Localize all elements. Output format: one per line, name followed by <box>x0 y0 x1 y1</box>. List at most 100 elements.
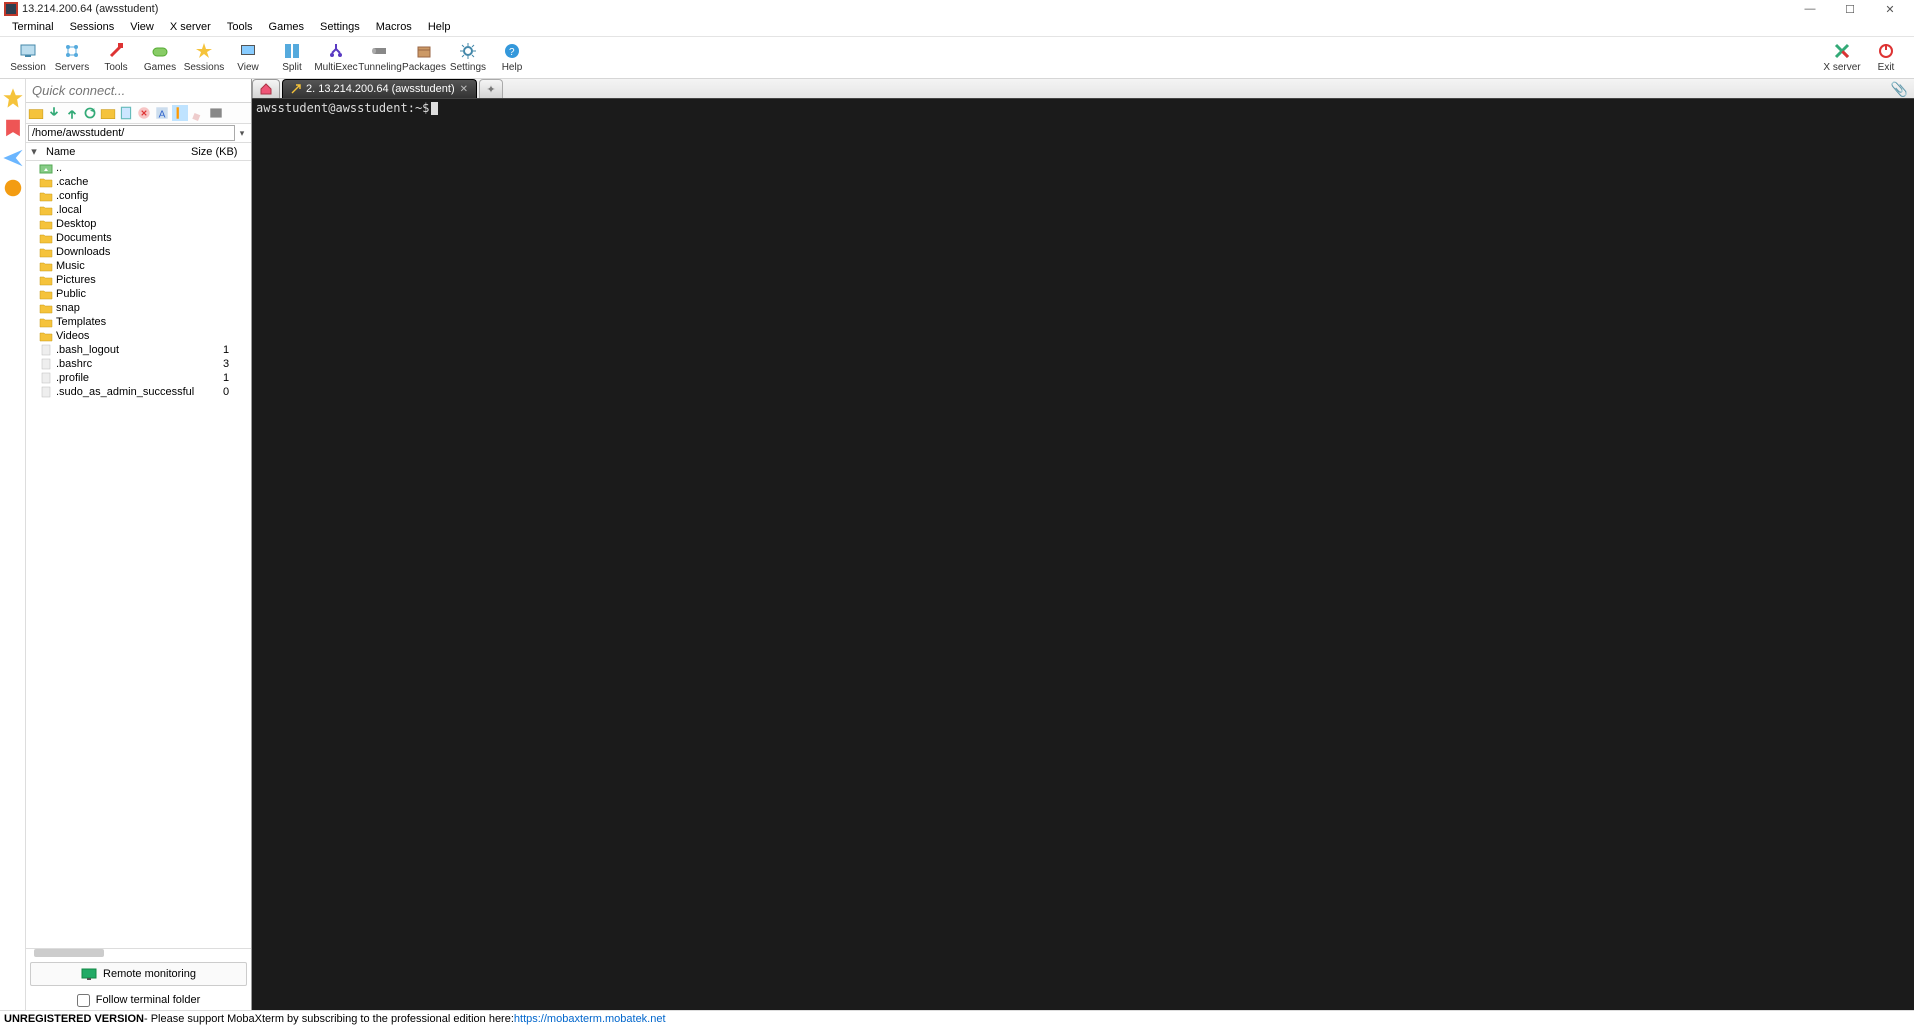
parent-folder-icon <box>39 162 53 174</box>
quick-connect-input[interactable] <box>26 79 251 102</box>
macro-icon[interactable] <box>2 117 24 139</box>
file-row[interactable]: Public <box>26 287 251 301</box>
menu-terminal[interactable]: Terminal <box>4 19 62 35</box>
file-row[interactable]: .. <box>26 161 251 175</box>
tab-session-active[interactable]: 2. 13.214.200.64 (awsstudent) ✕ <box>282 79 477 98</box>
split-icon <box>283 42 301 60</box>
menu-x-server[interactable]: X server <box>162 19 219 35</box>
file-row[interactable]: .bash_logout1 <box>26 343 251 357</box>
menu-sessions[interactable]: Sessions <box>62 19 123 35</box>
file-row[interactable]: .config <box>26 189 251 203</box>
column-size-header[interactable]: Size (KB) <box>191 146 251 158</box>
terminal-viewport[interactable]: awsstudent@awsstudent:~$ <box>252 99 1914 1010</box>
path-dropdown-icon[interactable]: ▾ <box>235 128 249 139</box>
menu-settings[interactable]: Settings <box>312 19 368 35</box>
menu-games[interactable]: Games <box>261 19 312 35</box>
packages-icon <box>415 42 433 60</box>
servers-label: Servers <box>55 62 89 73</box>
split-label: Split <box>282 62 301 73</box>
xserver-button[interactable]: X server <box>1820 38 1864 78</box>
file-row[interactable]: .profile1 <box>26 371 251 385</box>
tunneling-button[interactable]: Tunneling <box>358 38 402 78</box>
terminal-shortcut-icon[interactable] <box>208 105 224 121</box>
file-row[interactable]: .bashrc3 <box>26 357 251 371</box>
folder-icon <box>39 330 53 342</box>
view-button[interactable]: View <box>226 38 270 78</box>
file-name: .local <box>56 204 201 216</box>
split-button[interactable]: Split <box>270 38 314 78</box>
window-minimize-button[interactable]: — <box>1790 3 1830 15</box>
menu-view[interactable]: View <box>122 19 162 35</box>
multiexec-label: MultiExec <box>314 62 357 73</box>
download-icon[interactable] <box>46 105 62 121</box>
file-list-header: ▾ Name Size (KB) <box>26 143 251 161</box>
open-folder-icon[interactable] <box>100 105 116 121</box>
follow-terminal-checkbox[interactable] <box>77 994 90 1007</box>
menu-help[interactable]: Help <box>420 19 459 35</box>
file-size: 1 <box>201 372 251 384</box>
games-icon <box>151 42 169 60</box>
file-list-scrollbar[interactable] <box>26 948 251 958</box>
globe-icon[interactable] <box>2 177 24 199</box>
folder-icon <box>39 232 53 244</box>
sort-indicator-icon[interactable]: ▾ <box>26 145 42 158</box>
menu-macros[interactable]: Macros <box>368 19 420 35</box>
help-button[interactable]: ?Help <box>490 38 534 78</box>
terminal-area: 2. 13.214.200.64 (awsstudent) ✕ ✦ 📎 awss… <box>252 79 1914 1010</box>
file-row[interactable]: .cache <box>26 175 251 189</box>
file-icon <box>39 386 53 398</box>
settings-button[interactable]: Settings <box>446 38 490 78</box>
sftp-path-input[interactable] <box>28 125 235 141</box>
file-list[interactable]: ...cache.config.local DesktopDocumentsDow… <box>26 161 251 948</box>
properties-a-icon[interactable]: A <box>154 105 170 121</box>
view-icon <box>239 42 257 60</box>
star-icon[interactable] <box>2 87 24 109</box>
file-row[interactable]: Downloads <box>26 245 251 259</box>
file-name: Downloads <box>56 246 201 258</box>
file-row[interactable]: .local <box>26 203 251 217</box>
remote-monitoring-button[interactable]: Remote monitoring <box>30 962 247 986</box>
file-row[interactable]: Templates <box>26 315 251 329</box>
games-label: Games <box>144 62 176 73</box>
menu-tools[interactable]: Tools <box>219 19 261 35</box>
new-folder-icon[interactable] <box>28 105 44 121</box>
file-row[interactable]: Documents <box>26 231 251 245</box>
window-close-button[interactable]: ✕ <box>1870 3 1910 16</box>
session-label: Session <box>10 62 46 73</box>
new-file-icon[interactable] <box>118 105 134 121</box>
app-icon <box>4 2 18 16</box>
games-button[interactable]: Games <box>138 38 182 78</box>
remote-monitoring-label: Remote monitoring <box>103 968 196 980</box>
menubar: TerminalSessionsViewX serverToolsGamesSe… <box>0 18 1914 37</box>
edit-icon[interactable] <box>190 105 206 121</box>
sftp-panel: A ▾ ▾ Name Size (KB) ...cache.config.loc… <box>26 79 252 1010</box>
session-button[interactable]: Session <box>6 38 50 78</box>
svg-text:?: ? <box>509 47 515 58</box>
highlight-icon[interactable] <box>172 105 188 121</box>
delete-icon[interactable] <box>136 105 152 121</box>
file-row[interactable]: Videos <box>26 329 251 343</box>
paperclip-icon[interactable]: 📎 <box>1891 81 1908 98</box>
upload-icon[interactable] <box>64 105 80 121</box>
send-icon[interactable] <box>2 147 24 169</box>
column-name-header[interactable]: Name <box>42 146 191 158</box>
sessions-button[interactable]: Sessions <box>182 38 226 78</box>
window-maximize-button[interactable]: ☐ <box>1830 3 1870 16</box>
exit-button[interactable]: Exit <box>1864 38 1908 78</box>
file-name: Desktop <box>56 218 201 230</box>
file-row[interactable]: Pictures <box>26 273 251 287</box>
file-row[interactable]: snap <box>26 301 251 315</box>
tab-close-icon[interactable]: ✕ <box>460 84 468 95</box>
multiexec-button[interactable]: MultiExec <box>314 38 358 78</box>
status-link[interactable]: https://mobaxterm.mobatek.net <box>514 1013 666 1025</box>
file-row[interactable]: Music <box>26 259 251 273</box>
tab-home[interactable] <box>252 79 280 98</box>
file-row[interactable]: .sudo_as_admin_successful0 <box>26 385 251 399</box>
tools-button[interactable]: Tools <box>94 38 138 78</box>
file-row[interactable]: Desktop <box>26 217 251 231</box>
refresh-icon[interactable] <box>82 105 98 121</box>
packages-button[interactable]: Packages <box>402 38 446 78</box>
servers-button[interactable]: Servers <box>50 38 94 78</box>
tab-add-button[interactable]: ✦ <box>479 79 503 98</box>
folder-icon <box>39 204 53 216</box>
